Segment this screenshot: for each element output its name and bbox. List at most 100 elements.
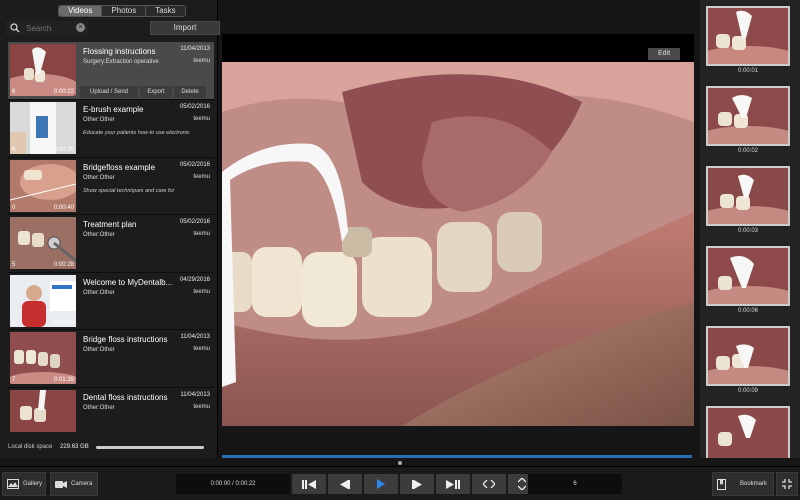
- tab-photos[interactable]: Photos: [102, 6, 147, 16]
- clip-duration: 0:00:28: [53, 262, 74, 268]
- clip-count: 5: [12, 262, 16, 268]
- video-thumbnail: 7 0:01:39: [10, 332, 76, 384]
- video-category: Other:Other: [83, 404, 115, 411]
- search-row: × Import: [6, 21, 220, 35]
- frame-thumbnail[interactable]: [706, 406, 790, 458]
- play-button[interactable]: [364, 474, 398, 494]
- step-forward-button[interactable]: [400, 474, 434, 494]
- collapse-icon: [782, 479, 792, 489]
- video-category: Other:Other: [83, 289, 115, 296]
- skip-to-start-button[interactable]: [292, 474, 326, 494]
- tab-tasks[interactable]: Tasks: [146, 6, 185, 16]
- delete-button[interactable]: Delete: [174, 86, 206, 98]
- video-list-item[interactable]: 6 0:00:22 Flossing instructions 11/04/20…: [8, 42, 214, 100]
- video-title: Welcome to MyDentalb...: [83, 277, 173, 287]
- play-icon: [377, 479, 385, 489]
- search-input[interactable]: [26, 23, 78, 33]
- bottom-toolbar: Gallery Camera 0:00:00 / 0:00:22 6 Bookm…: [0, 466, 800, 500]
- video-thumbnail: 5 0:00:28: [10, 217, 76, 269]
- video-title: Treatment plan: [83, 220, 137, 229]
- clear-search-icon[interactable]: ×: [76, 23, 85, 32]
- tab-videos[interactable]: Videos: [59, 6, 103, 16]
- import-button[interactable]: Import: [150, 21, 220, 35]
- video-date: 04/29/2016: [179, 276, 210, 283]
- frame-thumbnail[interactable]: 0:00:03: [706, 166, 790, 240]
- frame-count-display: 6: [528, 474, 622, 494]
- gallery-label: Gallery: [23, 481, 43, 487]
- frame-thumbnail[interactable]: 0:00:02: [706, 86, 790, 160]
- trim-button[interactable]: [472, 474, 506, 494]
- clip-duration: 0:02:10: [53, 319, 74, 326]
- search-box[interactable]: ×: [6, 21, 88, 35]
- export-button[interactable]: Export: [140, 86, 172, 98]
- clip-count: 0: [12, 319, 16, 326]
- camera-button[interactable]: Camera: [50, 472, 98, 496]
- search-icon: [10, 23, 20, 33]
- skip-forward-icon: [446, 479, 460, 489]
- timecode-display: 0:00:00 / 0:00:22: [176, 474, 290, 494]
- frame-strip: 0:00:01 0:00:02 0:00:03 0:00:06 0:00:09: [700, 0, 800, 458]
- video-title: Dental floss instructions: [83, 392, 168, 402]
- video-date: 11/04/2013: [180, 46, 210, 52]
- camera-icon: [55, 480, 67, 488]
- frame-time: 0:00:01: [737, 68, 759, 74]
- video-title: E-brush example: [83, 105, 144, 114]
- video-list: 6 0:00:22 Flossing instructions 11/04/20…: [8, 42, 214, 432]
- clip-count: 7: [12, 377, 16, 383]
- frame-time: 0:00:03: [737, 228, 759, 234]
- video-list-item[interactable]: 6 0:00:35 E-brush example 05/02/2016 Oth…: [8, 100, 214, 158]
- disk-space-label: Local disk space: [8, 444, 53, 450]
- frame-image: [706, 86, 790, 146]
- bookmark-button[interactable]: Bookmark: [712, 472, 774, 496]
- bookmark-label: Bookmark: [740, 481, 768, 487]
- video-thumbnail: 0 0:00:40: [10, 159, 76, 212]
- video-library-sidebar: Videos Photos Tasks × Import: [0, 0, 220, 458]
- clip-duration: 0:01:39: [53, 377, 74, 383]
- frame-image: [706, 406, 790, 458]
- disk-space-bar: [96, 446, 204, 449]
- clip-count: 6: [12, 89, 16, 95]
- video-list-item[interactable]: 5 0:00:28 Treatment plan 05/02/2016 Othe…: [8, 215, 214, 273]
- video-player[interactable]: Edit: [222, 34, 694, 426]
- skip-to-end-button[interactable]: [436, 474, 470, 494]
- video-thumbnail: [10, 389, 76, 432]
- upload-send-button[interactable]: Upload / Send: [80, 86, 138, 98]
- frame-time: 0:00:06: [737, 308, 759, 314]
- video-title: Bridge floss instructions: [83, 335, 168, 344]
- frame-time: 0:00:09: [737, 388, 759, 394]
- library-tabs: Videos Photos Tasks: [58, 5, 186, 17]
- video-category: Other:Other: [83, 232, 115, 238]
- video-date: 05/02/2016: [179, 161, 210, 168]
- video-actions: Upload / Send Export Delete: [80, 86, 214, 98]
- frame-thumbnail[interactable]: 0:00:06: [706, 246, 790, 320]
- video-list-item[interactable]: 0 0:00:40 Bridgefloss example 05/02/2016…: [8, 157, 214, 215]
- video-list-item[interactable]: 0 0:02:10 Welcome to MyDentalb... 04/29/…: [8, 272, 214, 330]
- bookmark-icon: [717, 478, 726, 490]
- video-user: teemu: [193, 288, 210, 295]
- transport-controls: [292, 474, 536, 494]
- video-category: Surgery:Extraction operative: [83, 59, 159, 65]
- video-date: 05/02/2016: [179, 104, 210, 110]
- exit-fullscreen-button[interactable]: [776, 472, 798, 496]
- gallery-button[interactable]: Gallery: [2, 472, 46, 496]
- video-list-item[interactable]: 7 0:01:39 Bridge floss instructions 11/0…: [8, 330, 214, 388]
- video-timeline[interactable]: [222, 455, 692, 458]
- step-forward-icon: [412, 479, 422, 489]
- edit-button[interactable]: Edit: [648, 48, 680, 60]
- disk-space: Local disk space 229.63 GB: [8, 444, 89, 450]
- step-back-button[interactable]: [328, 474, 362, 494]
- video-user: teemu: [193, 346, 210, 352]
- video-thumbnail: 0 0:02:10: [10, 274, 76, 327]
- frame-thumbnail[interactable]: 0:00:01: [706, 6, 790, 80]
- video-user: teemu: [193, 173, 210, 180]
- clip-count: 6: [12, 147, 16, 153]
- video-list-item[interactable]: Dental floss instructions 11/04/2013 Oth…: [8, 387, 214, 432]
- frame-image: [706, 6, 790, 66]
- video-category: Other:Other: [83, 117, 115, 123]
- video-category: Other:Other: [83, 174, 115, 181]
- camera-label: Camera: [71, 481, 93, 487]
- chevron-up-down-icon: [518, 478, 526, 490]
- frame-thumbnail[interactable]: 0:00:09: [706, 326, 790, 400]
- clip-duration: 0:00:35: [53, 147, 74, 153]
- timeline-handle[interactable]: [398, 461, 402, 465]
